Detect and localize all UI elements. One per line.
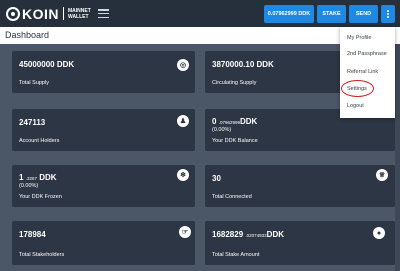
card-label: Account Holders (19, 138, 60, 144)
page-title: Dashboard (5, 30, 50, 40)
menu-item-settings[interactable]: Settings (347, 86, 367, 92)
balance-button[interactable]: 0.07962999 DDK (264, 5, 314, 23)
stake-button[interactable]: STAKE (317, 5, 346, 23)
users-icon: ♟ (177, 115, 189, 127)
more-options-icon[interactable] (381, 5, 395, 23)
snowflake-icon: ❄ (177, 169, 189, 181)
logo-sub-line2: WALLET (68, 13, 89, 20)
card-label: Total Connected (212, 194, 252, 200)
crown-icon: ♕ (376, 169, 388, 181)
scrollbar[interactable] (395, 44, 400, 271)
send-button[interactable]: SEND (349, 5, 378, 23)
handshake-icon: ☞ (179, 226, 191, 238)
account-holders-card: 247113 Account Holders ♟ (12, 109, 195, 151)
profile-dropdown-menu: My Profile 2nd Passphrase Referral Link … (340, 27, 395, 118)
card-label: Total Supply (19, 80, 49, 86)
card-label: Total Stakeholders (19, 252, 65, 258)
card-value: 1682829 .02074933DDK (212, 230, 285, 239)
card-value: 1 .3267 DDK (19, 173, 57, 182)
logo-text: KOIN (22, 5, 59, 22)
total-connected-card: 30 Total Connected ♕ (205, 165, 395, 207)
hamburger-menu-icon[interactable] (98, 9, 109, 19)
lock-icon: ● (373, 227, 385, 239)
card-label: Your DDK Balance (212, 138, 258, 144)
card-label: Total Stake Amount (212, 252, 260, 258)
card-value: 0 .07962999DDK (212, 117, 258, 126)
top-bar: KOIN MAINNET WALLET 0.07962999 DDK STAKE… (0, 0, 400, 27)
coin-stack-icon: ◎ (177, 59, 189, 71)
total-stake-amount-card: 1682829 .02074933DDK Total Stake Amount … (205, 221, 395, 265)
koin-logo[interactable]: KOIN MAINNET WALLET (6, 6, 91, 21)
koin-logo-icon (6, 6, 20, 21)
menu-item-referral-link[interactable]: Referral Link (347, 69, 378, 75)
menu-item-logout[interactable]: Logout (347, 103, 364, 109)
card-value: 30 (212, 174, 221, 183)
card-percent: (0.00%) (19, 183, 39, 189)
total-stakeholders-card: 178984 Total Stakeholders ☞ (12, 221, 195, 265)
card-value: 3870000.10 DDK (212, 60, 274, 69)
menu-item-2nd-passphrase[interactable]: 2nd Passphrase (347, 51, 387, 57)
card-value: 178984 (19, 230, 46, 239)
logo-sub-line1: MAINNET (68, 7, 91, 14)
card-value: 247113 (19, 118, 46, 127)
card-label: Circulating Supply (212, 80, 257, 86)
menu-item-my-profile[interactable]: My Profile (347, 35, 371, 41)
ddk-frozen-card: 1 .3267 DDK (0.00%) Your DDK Frozen ❄ (12, 165, 195, 207)
card-value: 45000000 DDK (19, 60, 75, 69)
total-supply-card: 45000000 DDK Total Supply ◎ (12, 51, 195, 93)
card-percent: (0.00%) (212, 127, 232, 133)
card-label: Your DDK Frozen (19, 194, 62, 200)
